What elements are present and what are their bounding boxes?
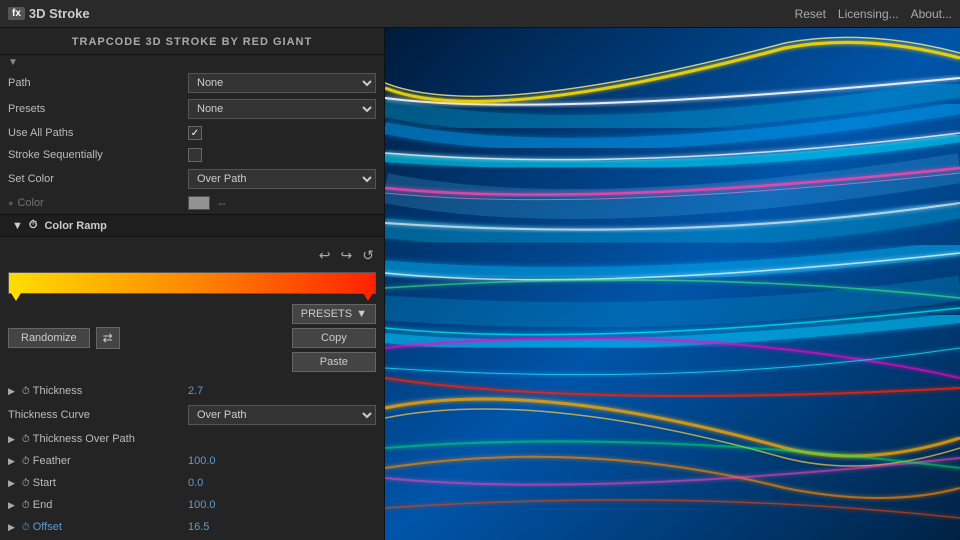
- path-label: Path: [8, 77, 188, 89]
- presets-row: Presets None: [0, 96, 384, 122]
- color-ramp-controls: ↩ ↪ ↺: [8, 245, 376, 266]
- plugin-title: TRAPCODE 3D STROKE BY RED GIANT: [0, 28, 384, 55]
- gradient-bar[interactable]: [8, 272, 376, 294]
- thickness-curve-value: Over Path: [188, 405, 376, 425]
- start-expand-icon[interactable]: ▶: [8, 478, 15, 489]
- start-number[interactable]: 0.0: [188, 477, 203, 489]
- presets-dropdown-icon: ▼: [356, 308, 367, 320]
- thickness-row: ▶ ⏱ Thickness 2.7: [0, 380, 384, 402]
- thickness-curve-row: Thickness Curve Over Path: [0, 402, 384, 428]
- offset-row: ▶ ⏱ Offset 16.5: [0, 516, 384, 538]
- thickness-expand-icon[interactable]: ▶: [8, 386, 15, 397]
- about-link[interactable]: About...: [911, 7, 952, 21]
- path-row: Path None: [0, 70, 384, 96]
- offset-label: ▶ ⏱ Offset: [8, 521, 188, 533]
- gradient-stop-right[interactable]: [363, 293, 373, 301]
- app-title: 3D Stroke: [29, 6, 90, 21]
- use-all-paths-row: Use All Paths: [0, 122, 384, 144]
- stroke-sequentially-label: Stroke Sequentially: [8, 149, 188, 161]
- color-ramp-triangle: ▼: [12, 220, 23, 232]
- color-value: ⇔: [188, 196, 376, 210]
- preview-canvas: [385, 28, 960, 540]
- color-row: ● Color ⇔: [0, 192, 384, 214]
- copy-button[interactable]: Copy: [292, 328, 376, 348]
- set-color-row: Set Color Over Path: [0, 166, 384, 192]
- start-label: ▶ ⏱ Start: [8, 477, 188, 489]
- color-ramp-label: Color Ramp: [44, 220, 106, 232]
- offset-clock-icon: ⏱: [22, 522, 30, 533]
- gradient-stop-left[interactable]: [11, 293, 21, 301]
- thickness-over-path-label: ▶ ⏱ Thickness Over Path: [8, 433, 188, 445]
- feather-label: ▶ ⏱ Feather: [8, 455, 188, 467]
- thickness-clock-icon: ⏱: [22, 386, 30, 397]
- end-expand-icon[interactable]: ▶: [8, 500, 15, 511]
- thickness-over-path-expand-icon[interactable]: ▶: [8, 434, 15, 445]
- offset-expand-icon[interactable]: ▶: [8, 522, 15, 533]
- start-value: 0.0: [188, 477, 376, 489]
- presets-label: PRESETS: [301, 308, 352, 320]
- color-link-icon: ⇔: [216, 196, 228, 210]
- set-color-value-container: Over Path: [188, 169, 376, 189]
- set-color-dropdown[interactable]: Over Path: [188, 169, 376, 189]
- thickness-label: ▶ ⏱ Thickness: [8, 385, 188, 397]
- preview-panel: [385, 28, 960, 540]
- end-label: ▶ ⏱ End: [8, 499, 188, 511]
- color-ramp-section: ↩ ↪ ↺ Randomize ⇄ PRESETS ▼: [0, 237, 384, 380]
- color-label: ● Color: [8, 197, 188, 209]
- end-clock-icon: ⏱: [22, 500, 30, 511]
- feather-number[interactable]: 100.0: [188, 455, 216, 467]
- path-value-container: None: [188, 73, 376, 93]
- end-value: 100.0: [188, 499, 376, 511]
- main-area: TRAPCODE 3D STROKE BY RED GIANT ▼ Path N…: [0, 28, 960, 540]
- redo-button[interactable]: ↪: [339, 245, 355, 266]
- reset-gradient-button[interactable]: ↺: [360, 245, 376, 266]
- feather-expand-icon[interactable]: ▶: [8, 456, 15, 467]
- presets-label: Presets: [8, 103, 188, 115]
- reset-link[interactable]: Reset: [795, 7, 826, 21]
- app-header: fx 3D Stroke Reset Licensing... About...: [0, 0, 960, 28]
- stroke-sequentially-row: Stroke Sequentially: [0, 144, 384, 166]
- offset-number[interactable]: 16.5: [188, 521, 209, 533]
- path-dropdown[interactable]: None: [188, 73, 376, 93]
- gradient-left-buttons: Randomize ⇄: [8, 327, 120, 349]
- end-row: ▶ ⏱ End 100.0: [0, 494, 384, 516]
- paste-button[interactable]: Paste: [292, 352, 376, 372]
- presets-dropdown[interactable]: None: [188, 99, 376, 119]
- app-logo: fx 3D Stroke: [8, 6, 90, 21]
- feather-row: ▶ ⏱ Feather 100.0: [0, 450, 384, 472]
- stroke-sequentially-checkbox[interactable]: [188, 148, 202, 162]
- thickness-number[interactable]: 2.7: [188, 385, 203, 397]
- color-swatch[interactable]: [188, 196, 210, 210]
- feather-value: 100.0: [188, 455, 376, 467]
- thickness-curve-label: Thickness Curve: [8, 409, 188, 421]
- use-all-paths-checkbox[interactable]: [188, 126, 202, 140]
- presets-value-container: None: [188, 99, 376, 119]
- fx-badge: fx: [8, 7, 25, 20]
- stroke-sequentially-value: [188, 148, 376, 162]
- gradient-right-buttons: PRESETS ▼ Copy Paste: [292, 304, 376, 372]
- color-ramp-header[interactable]: ▼ ⏱ Color Ramp: [0, 214, 384, 237]
- left-panel: TRAPCODE 3D STROKE BY RED GIANT ▼ Path N…: [0, 28, 385, 540]
- swap-button[interactable]: ⇄: [96, 327, 120, 349]
- randomize-button[interactable]: Randomize: [8, 328, 90, 348]
- set-color-label: Set Color: [8, 173, 188, 185]
- offset-value: 16.5: [188, 521, 376, 533]
- start-clock-icon: ⏱: [22, 478, 30, 489]
- feather-clock-icon: ⏱: [22, 456, 30, 467]
- thickness-over-path-row: ▶ ⏱ Thickness Over Path: [0, 428, 384, 450]
- color-ramp-clock-icon: ⏱: [29, 219, 38, 232]
- use-all-paths-label: Use All Paths: [8, 127, 188, 139]
- undo-button[interactable]: ↩: [317, 245, 333, 266]
- thickness-value: 2.7: [188, 385, 376, 397]
- thickness-curve-dropdown[interactable]: Over Path: [188, 405, 376, 425]
- start-row: ▶ ⏱ Start 0.0: [0, 472, 384, 494]
- use-all-paths-value: [188, 126, 376, 140]
- dropdown-arrow[interactable]: ▼: [0, 55, 384, 70]
- licensing-link[interactable]: Licensing...: [838, 7, 899, 21]
- gradient-actions: Randomize ⇄ PRESETS ▼ Copy Paste: [8, 304, 376, 372]
- thickness-over-path-clock-icon: ⏱: [22, 434, 30, 445]
- end-number[interactable]: 100.0: [188, 499, 216, 511]
- presets-button[interactable]: PRESETS ▼: [292, 304, 376, 324]
